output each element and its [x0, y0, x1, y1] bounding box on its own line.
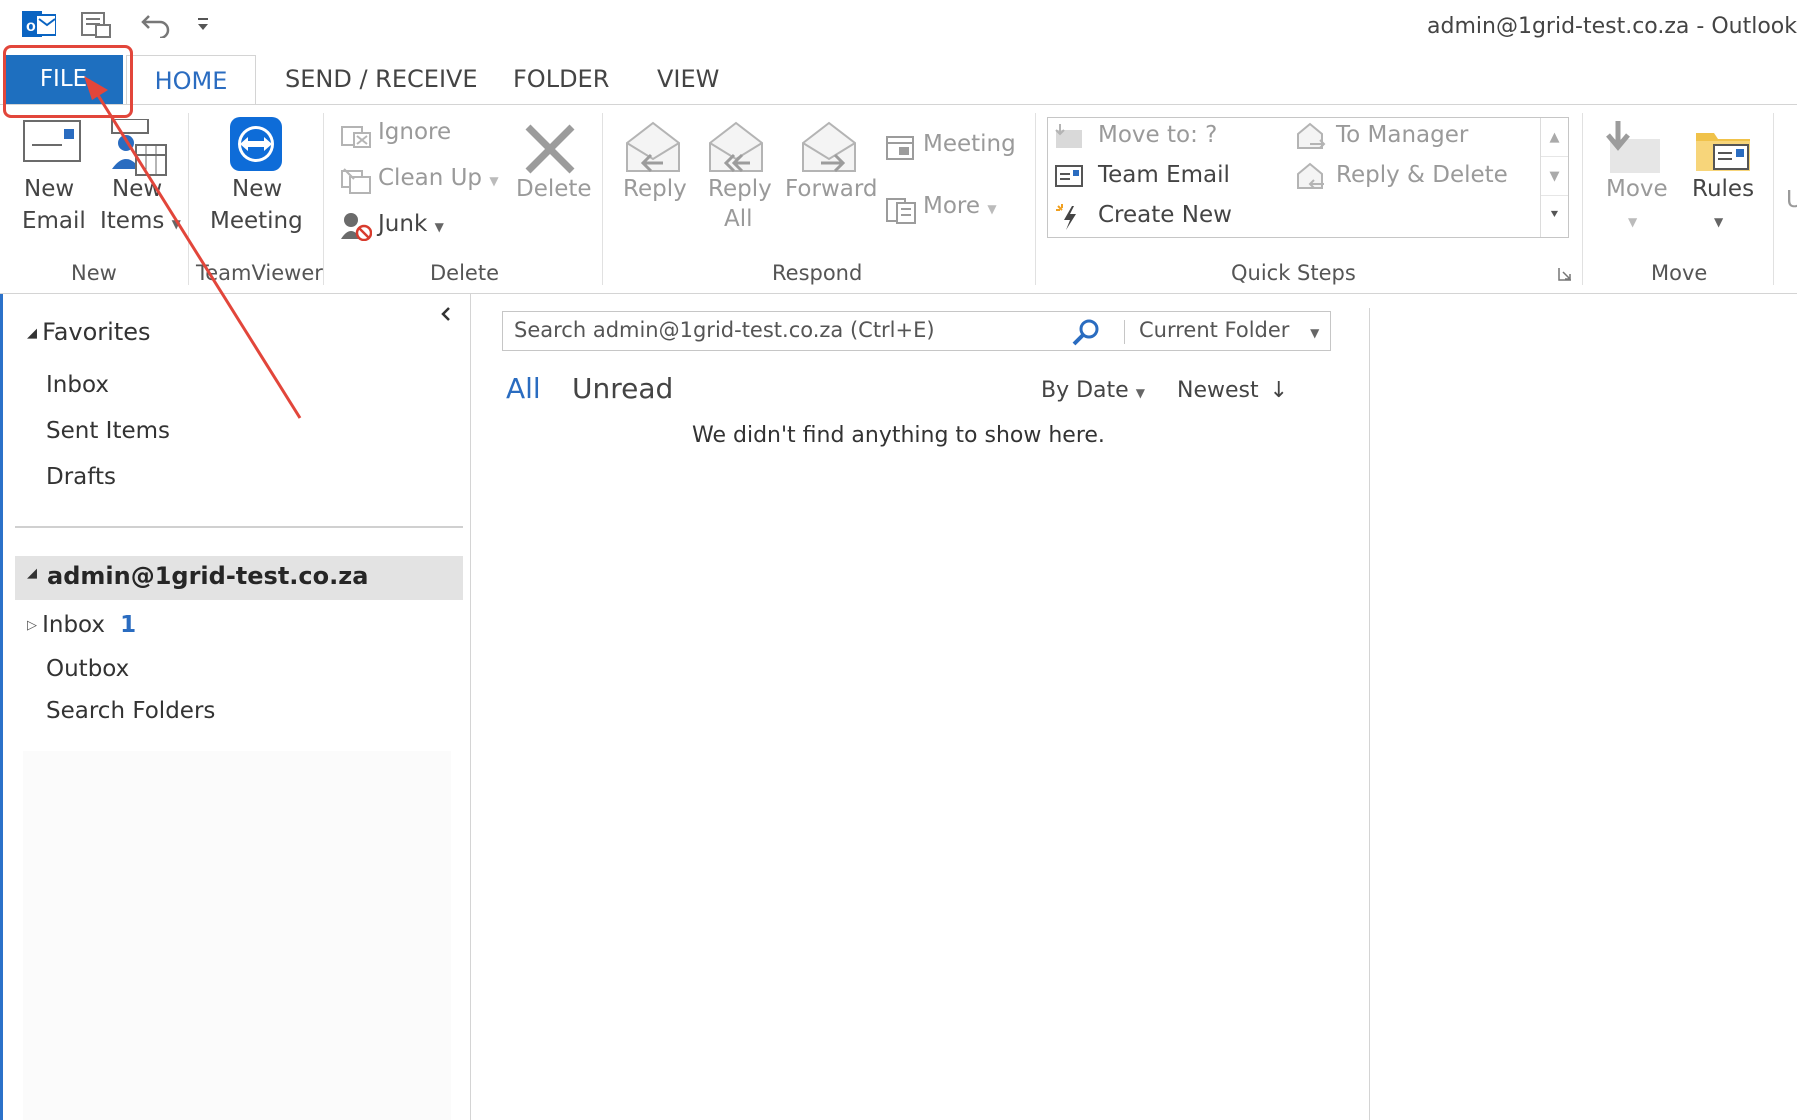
reply-all-icon	[706, 119, 776, 177]
collapsed-triangle-icon: ▷	[27, 618, 37, 633]
search-scope-dropdown[interactable]: Current Folder ▼	[1139, 318, 1319, 342]
filter-all[interactable]: All	[506, 372, 541, 405]
search-icon[interactable]	[1071, 318, 1101, 346]
search-input[interactable]: Search admin@1grid-test.co.za (Ctrl+E) C…	[502, 311, 1331, 351]
scroll-down-icon[interactable]: ▼	[1541, 157, 1568, 196]
move-button[interactable]: Move ▼	[1594, 119, 1674, 259]
annotation-arrow	[0, 0, 320, 430]
forward-icon	[799, 119, 877, 177]
meeting-reply-button[interactable]: Meeting	[885, 131, 1016, 163]
team-email-icon	[1054, 164, 1084, 190]
folder-search-folders[interactable]: Search Folders	[46, 698, 215, 724]
group-label-quick-steps: Quick Steps	[1231, 261, 1356, 285]
reply-all-button[interactable]: Reply All	[700, 119, 776, 249]
dialog-launcher-icon[interactable]	[1558, 267, 1572, 281]
folder-inbox[interactable]: ▷ Inbox 1	[27, 612, 136, 638]
rules-button[interactable]: Rules ▼	[1684, 119, 1764, 259]
junk-icon	[340, 211, 372, 241]
expanded-triangle-icon: ◢	[27, 566, 37, 581]
junk-button[interactable]: Junk ▼	[340, 209, 460, 241]
reply-icon	[623, 119, 691, 177]
quick-step-team-email[interactable]: Team Email	[1052, 160, 1282, 196]
quick-steps-scrollbar[interactable]: ▲ ▼ ⯆	[1540, 118, 1568, 237]
quick-steps-gallery: Move to: ? Team Email Create New To Mana…	[1047, 117, 1569, 238]
group-label-respond: Respond	[772, 261, 863, 285]
clean-up-button[interactable]: Clean Up ▼	[340, 163, 500, 195]
reply-button[interactable]: Reply	[615, 119, 691, 249]
group-label-move: Move	[1651, 261, 1708, 285]
to-manager-icon	[1296, 122, 1328, 152]
rules-icon	[1692, 119, 1764, 177]
quick-step-to-manager[interactable]: To Manager	[1296, 120, 1536, 156]
group-label-delete: Delete	[430, 261, 499, 285]
tab-folder[interactable]: FOLDER	[513, 65, 609, 93]
account-header[interactable]: ◢ admin@1grid-test.co.za	[15, 556, 463, 600]
move-to-folder-icon	[1054, 122, 1084, 152]
forward-button[interactable]: Forward	[783, 119, 878, 249]
unread-count-badge: 1	[120, 612, 137, 638]
quick-step-create-new[interactable]: Create New	[1052, 200, 1282, 236]
sort-order-toggle[interactable]: Newest ↓	[1177, 378, 1288, 403]
move-folder-icon	[1604, 119, 1674, 177]
ignore-icon	[340, 121, 372, 149]
favorite-drafts[interactable]: Drafts	[46, 464, 116, 490]
more-icon	[885, 195, 917, 225]
window-title: admin@1grid-test.co.za - Outlook	[1427, 14, 1797, 39]
quick-step-reply-delete[interactable]: Reply & Delete	[1296, 160, 1536, 196]
expand-gallery-icon[interactable]: ⯆	[1541, 196, 1568, 235]
more-respond-button[interactable]: More ▼	[885, 193, 1015, 225]
arrow-down-icon: ↓	[1269, 378, 1289, 403]
quick-step-move-to[interactable]: Move to: ?	[1052, 120, 1282, 156]
collapse-pane-icon[interactable]	[439, 306, 453, 322]
scroll-up-icon[interactable]: ▲	[1541, 118, 1568, 157]
filter-unread[interactable]: Unread	[572, 372, 673, 405]
lightning-icon	[1054, 202, 1084, 232]
folder-outbox[interactable]: Outbox	[46, 656, 129, 682]
delete-icon	[522, 121, 590, 177]
sort-by-dropdown[interactable]: By Date ▼	[1041, 378, 1145, 403]
reply-delete-icon	[1296, 162, 1328, 192]
unread-read-partial-button[interactable]: U	[1786, 187, 1797, 213]
delete-button[interactable]: Delete	[510, 121, 592, 251]
empty-list-message: We didn't find anything to show here.	[692, 423, 1105, 448]
ignore-button[interactable]: Ignore	[340, 117, 480, 149]
meeting-icon	[885, 133, 917, 161]
clean-up-icon	[340, 167, 372, 195]
tab-view[interactable]: VIEW	[657, 65, 719, 93]
